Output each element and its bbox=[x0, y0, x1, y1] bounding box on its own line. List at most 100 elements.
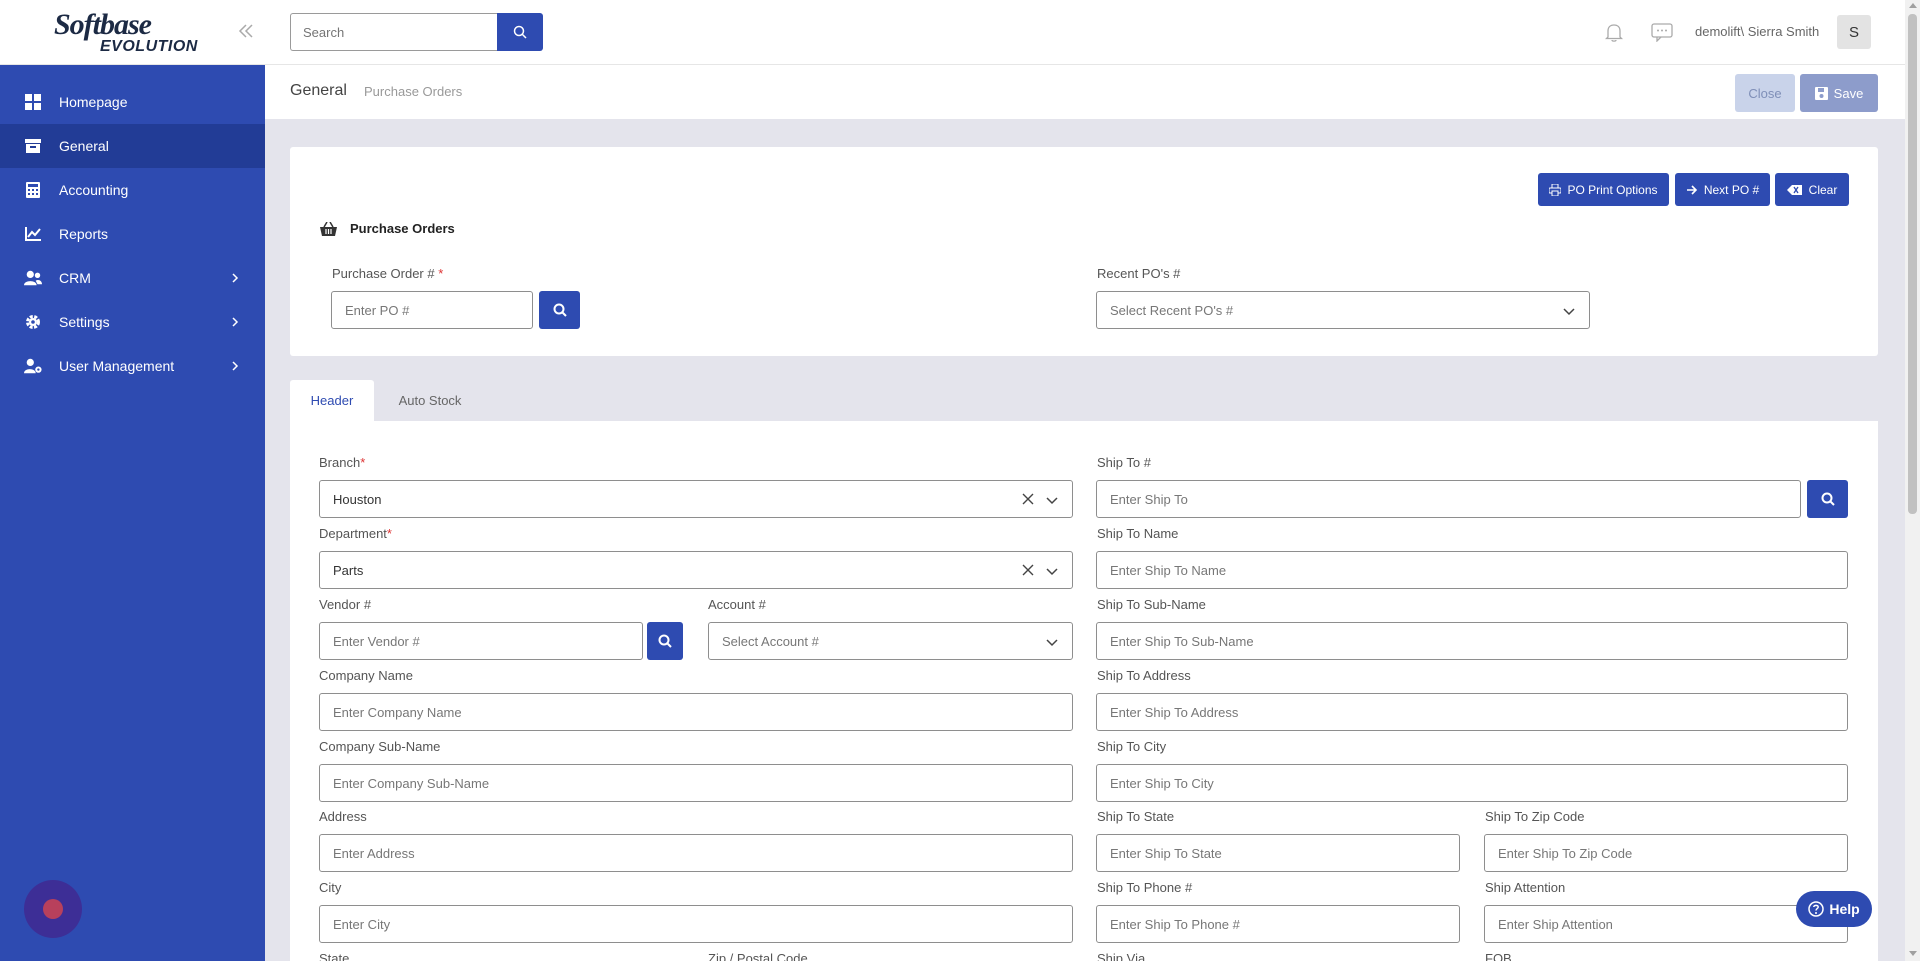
clear-icon[interactable] bbox=[1022, 493, 1034, 508]
user-name[interactable]: demolift\ Sierra Smith bbox=[1695, 24, 1819, 39]
recent-po-select[interactable]: Select Recent PO's # bbox=[1096, 291, 1590, 329]
sidebar-item-label: CRM bbox=[59, 270, 91, 286]
clear-icon[interactable] bbox=[1022, 564, 1034, 579]
header-form: Branch* Houston Department* Parts Vendor… bbox=[290, 421, 1878, 961]
ship-to-phone-input[interactable]: Enter Ship To Phone # bbox=[1096, 905, 1460, 943]
help-button[interactable]: Help bbox=[1796, 891, 1872, 927]
ship-to-name-input[interactable]: Enter Ship To Name bbox=[1096, 551, 1848, 589]
zip-label: Zip / Postal Code bbox=[708, 951, 808, 961]
avatar[interactable]: S bbox=[1837, 15, 1871, 49]
clear-button[interactable]: Clear bbox=[1775, 173, 1849, 206]
grid-icon bbox=[24, 93, 42, 111]
logo-line2: EVOLUTION bbox=[100, 38, 198, 55]
company-subname-label: Company Sub-Name bbox=[319, 739, 441, 754]
po-search-button[interactable] bbox=[539, 291, 580, 329]
city-label: City bbox=[319, 880, 342, 895]
scrollbar[interactable] bbox=[1905, 0, 1920, 961]
basket-icon bbox=[320, 221, 337, 236]
bell-icon[interactable] bbox=[1604, 22, 1624, 47]
branch-label: Branch* bbox=[319, 455, 366, 470]
company-name-input[interactable]: Enter Company Name bbox=[319, 693, 1073, 731]
ship-to-city-label: Ship To City bbox=[1097, 739, 1167, 754]
po-number-input[interactable]: Enter PO # bbox=[331, 291, 533, 329]
chevron-right-icon bbox=[231, 315, 239, 331]
chat-launcher-button[interactable] bbox=[24, 880, 82, 938]
sidebar-item-general[interactable]: General bbox=[0, 124, 265, 168]
floppy-icon bbox=[1814, 86, 1828, 100]
vendor-input[interactable]: Enter Vendor # bbox=[319, 622, 643, 660]
archive-icon bbox=[24, 137, 42, 155]
sidebar-item-reports[interactable]: Reports bbox=[0, 212, 265, 256]
ship-to-name-label: Ship To Name bbox=[1097, 526, 1179, 541]
company-name-label: Company Name bbox=[319, 668, 413, 683]
scroll-thumb[interactable] bbox=[1908, 14, 1917, 514]
ship-to-state-input[interactable]: Enter Ship To State bbox=[1096, 834, 1460, 872]
sidebar-item-label: User Management bbox=[59, 358, 175, 374]
search-icon bbox=[513, 25, 527, 39]
chat-icon bbox=[43, 899, 63, 919]
branch-select[interactable]: Houston bbox=[319, 480, 1073, 518]
logo-line1: Softbase bbox=[54, 8, 152, 41]
search-input[interactable] bbox=[290, 13, 498, 51]
sidebar-item-settings[interactable]: Settings bbox=[0, 300, 265, 344]
ship-to-address-input[interactable]: Enter Ship To Address bbox=[1096, 693, 1848, 731]
ship-to-state-label: Ship To State bbox=[1097, 809, 1175, 824]
search-icon bbox=[1821, 492, 1835, 506]
vendor-search-button[interactable] bbox=[647, 622, 683, 660]
scroll-up-icon[interactable] bbox=[1909, 3, 1917, 8]
state-label: State bbox=[319, 951, 350, 961]
users-icon bbox=[24, 269, 42, 287]
city-input[interactable]: Enter City bbox=[319, 905, 1073, 943]
search-button[interactable] bbox=[497, 13, 543, 51]
ship-to-input[interactable]: Enter Ship To bbox=[1096, 480, 1801, 518]
department-select[interactable]: Parts bbox=[319, 551, 1073, 589]
save-button[interactable]: Save bbox=[1800, 74, 1878, 112]
user-cog-icon bbox=[24, 357, 42, 375]
printer-icon bbox=[1549, 183, 1562, 196]
ship-to-subname-input[interactable]: Enter Ship To Sub-Name bbox=[1096, 622, 1848, 660]
calculator-icon bbox=[24, 181, 42, 199]
account-placeholder: Select Account # bbox=[722, 633, 819, 649]
save-label: Save bbox=[1833, 85, 1864, 101]
scroll-down-icon[interactable] bbox=[1909, 951, 1917, 956]
ship-to-zip-label: Ship To Zip Code bbox=[1485, 809, 1585, 824]
account-select[interactable]: Select Account # bbox=[708, 622, 1073, 660]
account-label: Account # bbox=[708, 597, 766, 612]
section-title: Purchase Orders bbox=[320, 221, 455, 236]
ship-to-subname-label: Ship To Sub-Name bbox=[1097, 597, 1206, 612]
recent-po-label: Recent PO's # bbox=[1097, 266, 1181, 281]
sidebar-item-user-management[interactable]: User Management bbox=[0, 344, 265, 388]
message-icon[interactable] bbox=[1651, 22, 1673, 47]
topbar: demolift\ Sierra Smith S bbox=[265, 0, 1905, 65]
search-icon bbox=[658, 634, 672, 648]
tab-header[interactable]: Header bbox=[290, 380, 374, 421]
sidebar-item-homepage[interactable]: Homepage bbox=[0, 80, 265, 124]
chevron-right-icon bbox=[231, 271, 239, 287]
company-subname-input[interactable]: Enter Company Sub-Name bbox=[319, 764, 1073, 802]
branch-value: Houston bbox=[333, 491, 382, 507]
sidebar-item-label: Homepage bbox=[59, 94, 128, 110]
sidebar-item-label: General bbox=[59, 138, 109, 154]
ship-attention-input[interactable]: Enter Ship Attention bbox=[1484, 905, 1848, 943]
ship-to-search-button[interactable] bbox=[1807, 480, 1848, 518]
breadcrumb: General Purchase Orders Close Save bbox=[265, 65, 1905, 119]
gear-icon bbox=[24, 313, 42, 331]
vendor-label: Vendor # bbox=[319, 597, 372, 612]
fob-label: FOB bbox=[1485, 951, 1512, 961]
chevron-down-icon bbox=[1046, 493, 1058, 508]
po-print-options-button[interactable]: PO Print Options bbox=[1538, 173, 1669, 206]
page-subtitle[interactable]: Purchase Orders bbox=[364, 84, 462, 99]
sidebar-item-crm[interactable]: CRM bbox=[0, 256, 265, 300]
logo[interactable]: Softbase EVOLUTION bbox=[54, 8, 198, 55]
address-input[interactable]: Enter Address bbox=[319, 834, 1073, 872]
recent-po-placeholder: Select Recent PO's # bbox=[1110, 302, 1234, 318]
ship-to-city-input[interactable]: Enter Ship To City bbox=[1096, 764, 1848, 802]
next-po-button[interactable]: Next PO # bbox=[1675, 173, 1770, 206]
ship-to-zip-input[interactable]: Enter Ship To Zip Code bbox=[1484, 834, 1848, 872]
collapse-sidebar-icon[interactable] bbox=[237, 22, 255, 42]
close-button[interactable]: Close bbox=[1735, 74, 1795, 112]
tab-auto-stock[interactable]: Auto Stock bbox=[380, 380, 480, 421]
ship-to-phone-label: Ship To Phone # bbox=[1097, 880, 1193, 895]
section-title-text: Purchase Orders bbox=[350, 221, 455, 236]
sidebar-item-accounting[interactable]: Accounting bbox=[0, 168, 265, 212]
